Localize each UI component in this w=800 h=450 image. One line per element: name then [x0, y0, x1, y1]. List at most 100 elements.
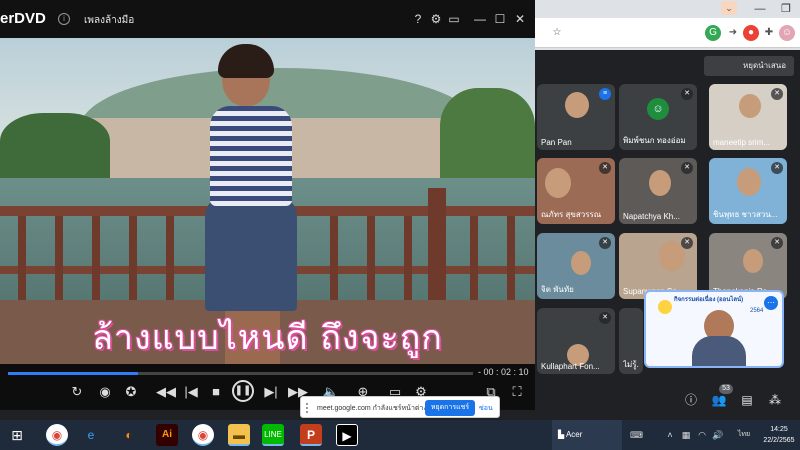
repeat-icon[interactable]: ↻	[68, 383, 86, 401]
presenter-body	[692, 336, 746, 366]
seek-bar[interactable]	[8, 372, 473, 375]
firefox-app-icon[interactable]: ◐	[118, 424, 140, 446]
close-icon[interactable]: ✕	[512, 11, 528, 27]
rewind-icon[interactable]: ◀◀	[156, 383, 176, 401]
minimize-icon[interactable]: —	[472, 11, 488, 27]
stop-presenting-button[interactable]: หยุดนำเสนอ	[704, 56, 794, 76]
participant-tile[interactable]: ✕ ณภัทร สุขสวรรณ	[537, 158, 615, 224]
windows-start-icon[interactable]: ⊞	[6, 424, 28, 446]
participant-tile[interactable]: ☺ ✕ พิมพ์ชนก ทองอ่อม	[619, 84, 697, 150]
media-filename: เพลงล้างมือ	[84, 15, 135, 26]
people-icon[interactable]: 👥	[711, 392, 727, 408]
powerdvd-player-window: erDVD i เพลงล้างมือ ? ⚙ ▭ — ☐ ✕ ล้างแบบไ…	[0, 0, 535, 410]
edge-app-icon[interactable]: e	[80, 424, 102, 446]
participant-video	[545, 168, 571, 198]
powerpoint-app-icon[interactable]: P	[300, 424, 322, 446]
drag-handle-icon[interactable]	[306, 403, 312, 413]
participant-tile[interactable]: ✕ Kullaphart Fon...	[537, 308, 615, 374]
network-icon[interactable]: ▦	[680, 429, 692, 441]
windows-taskbar: ⊞ ◉ e ◐ Ai ◉ ▬ LINE P ▶ ▙ Acer ⌨ ˄ ▦ ◠ 🔊…	[0, 420, 800, 450]
file-explorer-app-icon[interactable]: ▬	[228, 424, 250, 446]
wifi-icon[interactable]: ◠	[696, 429, 708, 441]
speaker-icon[interactable]: 🔊	[712, 429, 724, 441]
mic-off-icon: ✕	[681, 237, 693, 249]
participant-tile[interactable]: ≡ Pan Pan	[537, 84, 615, 150]
participant-tile[interactable]: ไม่รู้...	[619, 308, 643, 374]
video-trees-right	[440, 88, 535, 183]
presenter-self-tile[interactable]: กิจกรรมต่อเนื่อง (ออนไลน์) 2564 ⋯	[644, 290, 784, 368]
previous-icon[interactable]: |◀	[182, 383, 200, 401]
fence-post	[129, 216, 137, 300]
participant-tile[interactable]: ✕ maneetip srim...	[709, 84, 787, 150]
fence-post	[367, 216, 375, 300]
clock-date: 22/2/2565	[763, 437, 795, 444]
grammarly-extension-icon[interactable]: G	[705, 25, 721, 41]
language-indicator[interactable]: ไทย	[734, 429, 754, 441]
tab-search-chevron-icon[interactable]: ⌄	[721, 1, 737, 15]
fence-pillar	[428, 188, 446, 300]
video-trees-left	[0, 113, 110, 183]
acer-tray-item[interactable]: ▙ Acer	[552, 420, 622, 450]
profile-avatar-icon[interactable]: ☺	[779, 25, 795, 41]
keyboard-icon[interactable]: ⌨	[630, 429, 643, 441]
share-arrow-icon[interactable]: ➜	[725, 25, 741, 41]
participant-tile[interactable]: ✕ Napatchya Kh...	[619, 158, 697, 224]
powerdvd-app-icon[interactable]: ▶	[336, 424, 358, 446]
maximize-icon[interactable]: ☐	[492, 11, 508, 27]
line-app-icon[interactable]: LINE	[262, 424, 284, 446]
fence-post	[55, 216, 63, 300]
stop-icon[interactable]: ■	[207, 383, 225, 401]
participant-video	[649, 170, 671, 196]
acer-label: Acer	[565, 430, 583, 439]
player-titlebar: erDVD i เพลงล้างมือ ? ⚙ ▭ — ☐ ✕	[0, 0, 535, 38]
girl-skirt	[205, 196, 297, 311]
meet-bottom-controls: ⓘ 👥 53 ▤ ⁂	[535, 380, 800, 420]
extensions-puzzle-icon[interactable]: ✚	[761, 25, 777, 41]
chrome-profile-app-icon[interactable]: ◉	[192, 424, 214, 446]
participant-name: maneetip srim...	[713, 138, 770, 147]
info-icon[interactable]: i	[58, 13, 70, 25]
share-status-text: meet.google.com กำลังแชร์หน้าต่าง	[317, 405, 427, 412]
pause-button[interactable]: ❚❚	[232, 380, 254, 402]
participant-tile[interactable]: ✕ จิต พันทัย	[537, 233, 615, 299]
user-avatar-icon: ☺	[647, 98, 669, 120]
fullscreen-icon[interactable]: ⛶	[508, 383, 526, 401]
participant-name: ณภัทร สุขสวรรณ	[541, 210, 602, 219]
tv-mode-icon[interactable]: ▭	[446, 11, 462, 27]
chrome-window-bar: ⌄ — ❐ ☆ G ➜ ● ✚ ☺	[535, 0, 800, 50]
bookmark-star-icon[interactable]: ☆	[549, 25, 565, 41]
hide-button[interactable]: ซ่อน	[479, 403, 493, 414]
view-eye-icon[interactable]: ◉	[96, 383, 114, 401]
fence-post	[404, 216, 412, 300]
info-icon[interactable]: ⓘ	[683, 392, 699, 408]
minimize-icon[interactable]: —	[747, 0, 773, 18]
chat-icon[interactable]: ▤	[739, 392, 755, 408]
participant-video	[743, 249, 763, 273]
clock[interactable]: 14:25 22/2/2565	[758, 424, 800, 446]
more-options-icon[interactable]: ⋯	[764, 296, 778, 310]
bookmark-icon[interactable]: ✪	[122, 383, 140, 401]
tray-expand-icon[interactable]: ˄	[664, 429, 676, 441]
settings-gear-icon[interactable]: ⚙	[428, 11, 444, 27]
participant-tile[interactable]: ✕ ชินพุทธ ชาวสวน...	[709, 158, 787, 224]
mic-off-icon: ✕	[599, 312, 611, 324]
fence-post	[507, 216, 515, 300]
participant-name: Napatchya Kh...	[623, 212, 680, 221]
stop-sharing-button[interactable]: หยุดการแชร์	[425, 400, 475, 416]
activities-icon[interactable]: ⁂	[767, 392, 783, 408]
participant-name: พิมพ์ชนก ทองอ่อม	[623, 136, 686, 145]
illustrator-app-icon[interactable]: Ai	[156, 424, 178, 446]
participant-video	[571, 251, 591, 275]
chrome-app-icon[interactable]: ◉	[46, 424, 68, 446]
video-subtitle: ล้างแบบไหนดี ถึงจะถูก	[92, 318, 443, 358]
next-icon[interactable]: ▶|	[262, 383, 280, 401]
restore-icon[interactable]: ❐	[773, 0, 799, 18]
help-icon[interactable]: ?	[410, 11, 426, 27]
record-extension-icon[interactable]: ●	[743, 25, 759, 41]
tab-strip: ⌄ — ❐	[535, 0, 800, 18]
people-count-badge: 53	[719, 384, 733, 394]
participant-name: Kullaphart Fon...	[541, 362, 600, 371]
mic-off-icon: ✕	[681, 88, 693, 100]
video-frame[interactable]: ล้างแบบไหนดี ถึงจะถูก	[0, 38, 535, 364]
participant-name: Pan Pan	[541, 138, 572, 147]
